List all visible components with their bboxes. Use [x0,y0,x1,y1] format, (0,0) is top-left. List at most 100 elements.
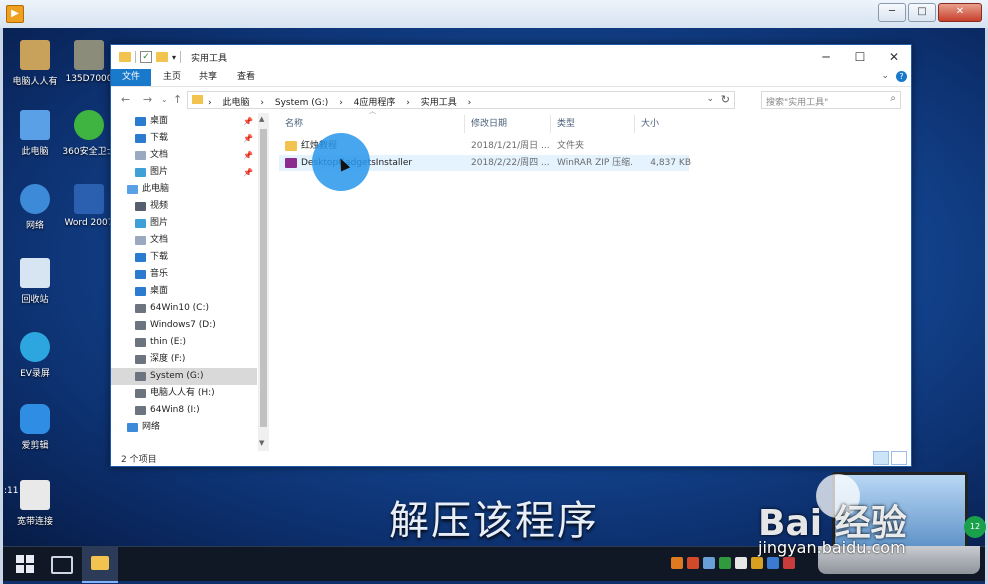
taskbar-file-explorer[interactable] [82,547,118,583]
nav-item-label: 下载 [150,133,169,143]
nav-item[interactable]: 文档 📌 [111,147,257,164]
pin-icon[interactable]: 📌 [243,147,253,164]
nav-item[interactable]: 64Win8 (I:) [111,402,257,419]
nav-item[interactable]: 电脑人人有 (H:) [111,385,257,402]
360-shield-icon [74,110,104,140]
nav-item[interactable]: 图片 📌 [111,164,257,181]
watermark-url: jingyan.baidu.com [758,538,906,557]
nav-item-label: 下载 [150,252,169,262]
nav-item[interactable]: 音乐 [111,266,257,283]
nav-item[interactable]: 下载 [111,249,257,266]
tray-app-icon[interactable] [687,557,699,569]
tray-app-icon[interactable] [671,557,683,569]
up-arrow-icon[interactable]: ↑ [173,93,182,106]
breadcrumb-separator[interactable]: › [468,98,472,108]
tab-share[interactable]: 共享 [199,69,217,86]
pin-icon[interactable]: 📌 [243,130,253,147]
scroll-up-icon[interactable]: ▲ [259,115,264,123]
column-header-type[interactable]: 类型 [551,115,635,133]
start-button[interactable] [16,555,34,573]
nav-item[interactable]: 此电脑 [111,181,257,198]
recent-dropdown-icon[interactable]: ⌄ [161,95,168,104]
nav-item-label: 电脑人人有 (H:) [150,388,215,398]
forward-arrow-icon[interactable]: → [143,93,152,106]
task-view-icon[interactable] [51,556,73,574]
desktop-icon-recycle-bin[interactable]: 回收站 [4,258,66,305]
nav-item[interactable]: Windows7 (D:) [111,317,257,334]
network-icon [127,423,138,432]
refresh-icon[interactable]: ↻ [721,93,730,106]
pin-icon[interactable]: 📌 [243,164,253,181]
nav-item[interactable]: 下载 📌 [111,130,257,147]
breadcrumb-separator[interactable]: › [339,98,343,108]
desktop-icon-user-folder[interactable]: 电脑人人有 [4,40,66,87]
nav-item-label: 64Win8 (I:) [150,405,200,415]
address-row: ← → ⌄ ↑ › 此电脑 › System (G:) › 4应用程序 › 实用… [111,87,911,114]
qa-separator [180,51,182,63]
nav-item-label: 深度 (F:) [150,354,186,364]
nav-item[interactable]: 桌面 📌 [111,113,257,130]
details-view-icon[interactable] [873,451,889,465]
breadcrumb-separator[interactable]: › [406,98,410,108]
nav-item[interactable]: thin (E:) [111,334,257,351]
scroll-down-icon[interactable]: ▼ [259,439,264,447]
tray-app-icon[interactable] [735,557,747,569]
tab-file[interactable]: 文件 [111,69,151,86]
column-header-name[interactable]: 名称 [279,115,465,133]
outer-maximize-button[interactable]: □ [908,3,936,22]
search-input[interactable]: 搜索"实用工具" ⌕ [761,91,901,109]
column-header-size[interactable]: 大小 [635,115,691,133]
explorer-titlebar: ✓ ▾ 实用工具 ─ ☐ ✕ [111,45,911,69]
drive-icon [135,372,146,381]
drive-icon [135,321,146,330]
desktop-icon-ev-recorder[interactable]: EV录屏 [4,332,66,379]
chevron-down-icon[interactable]: ⌄ [881,71,889,81]
tray-app-icon[interactable] [719,557,731,569]
maximize-button[interactable]: ☐ [843,45,877,69]
column-header-modified[interactable]: 修改日期 [465,115,551,133]
pin-icon[interactable]: 📌 [243,113,253,130]
address-dropdown-icon[interactable]: ⌄ [706,94,714,104]
nav-item-label: 视频 [150,201,169,211]
nav-item[interactable]: 图片 [111,215,257,232]
scrollbar-thumb[interactable] [260,129,267,427]
tray-app-icon[interactable] [703,557,715,569]
address-bar[interactable]: › 此电脑 › System (G:) › 4应用程序 › 实用工具 › ⌄ ↻ [187,91,735,109]
desktop-icon-video-editor[interactable]: 爱剪辑 [4,404,66,451]
outer-close-button[interactable]: ✕ [938,3,982,22]
breadcrumb-separator[interactable]: › [260,98,264,108]
properties-quick-icon[interactable]: ✓ [140,51,152,63]
help-icon[interactable]: ? [896,71,907,82]
qa-dropdown-icon[interactable]: ▾ [172,53,176,62]
file-modified: 2018/1/21/周日 ... [471,141,550,151]
breadcrumb-tools[interactable]: 实用工具 [421,98,457,108]
tray-app-icon[interactable] [767,557,779,569]
tab-view[interactable]: 查看 [237,69,255,86]
tray-app-icon[interactable] [783,557,795,569]
tray-app-icon[interactable] [751,557,763,569]
nav-item[interactable]: 64Win10 (C:) [111,300,257,317]
nav-item[interactable]: 深度 (F:) [111,351,257,368]
new-folder-quick-icon[interactable] [156,52,168,62]
close-button[interactable]: ✕ [877,45,911,69]
nav-item[interactable]: System (G:) [111,368,257,385]
minimize-button[interactable]: ─ [809,45,843,69]
desktop-icon-this-pc[interactable]: 此电脑 [4,110,66,157]
large-icons-view-icon[interactable] [891,451,907,465]
breadcrumb-system-g[interactable]: System (G:) [275,98,328,108]
nav-item[interactable]: 视频 [111,198,257,215]
outer-minimize-button[interactable]: ─ [878,3,906,22]
nav-item[interactable]: 桌面 [111,283,257,300]
desktop-icon-network[interactable]: 网络 [4,184,66,231]
download-icon [135,253,146,262]
document-icon [135,236,146,245]
back-arrow-icon[interactable]: ← [121,93,130,106]
nav-item[interactable]: 网络 [111,419,257,436]
nav-item[interactable]: 文档 [111,232,257,249]
user-folder-icon [20,40,50,70]
tab-home[interactable]: 主页 [163,69,181,86]
nav-item-label: 文档 [150,150,169,160]
breadcrumb-this-pc[interactable]: 此电脑 [222,98,249,108]
nav-scrollbar[interactable]: ▲ ▼ [258,113,269,451]
nav-item-label: Windows7 (D:) [150,320,216,330]
